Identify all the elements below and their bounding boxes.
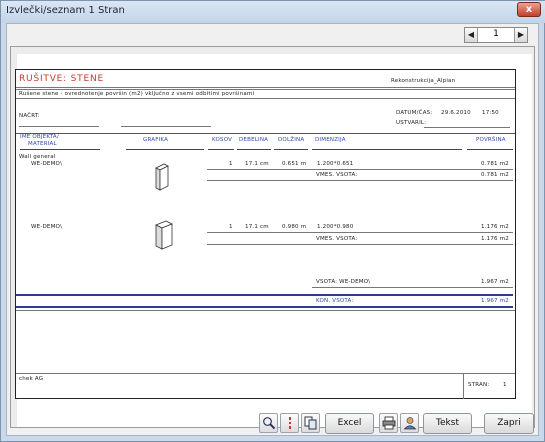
datum-label: DATUM/ČAS: (396, 110, 433, 116)
row1-debelina: 17.1 cm (245, 161, 269, 167)
ustvaril-label: USTVARIL: (396, 120, 427, 126)
report-sheet: RUŠITVE: STENE Rekonstrukcija_Alpian Ruš… (15, 69, 516, 399)
tekst-button[interactable]: Tekst (423, 413, 472, 434)
title-bar: Izvlečki/seznam 1 Stran x (1, 1, 545, 23)
print-button[interactable] (379, 413, 398, 433)
user-icon (403, 417, 417, 430)
col-dolzina: DOLŽINA (278, 137, 305, 143)
zapri-button[interactable]: Zapri (484, 413, 534, 434)
row1-dimenzija: 1.200*0.651 (317, 161, 354, 167)
row2-debelina: 17.1 cm (245, 224, 269, 230)
magnifier-icon (263, 417, 276, 430)
kon-vsota-value: 1.967 m2 (481, 298, 509, 304)
row2-dimenzija: 1.200*0.980 (317, 224, 354, 230)
row2-vmes-label: VMES. VSOTA: (316, 236, 358, 242)
vsota-value: 1.967 m2 (481, 279, 509, 285)
wall-graphic-icon (155, 163, 169, 191)
col-debelina: DEBELINA (239, 137, 269, 143)
col-kosov: KOSOV (212, 137, 233, 143)
window-title: Izvlečki/seznam 1 Stran (6, 5, 125, 16)
bottom-toolbar: Excel Tekst Zapri (1, 406, 545, 441)
col-grafika: GRAFIKA (143, 137, 169, 143)
row2-name: WE-DEMO\ (31, 224, 63, 230)
wall-graphic-icon (155, 220, 173, 250)
page-number: 1 (493, 29, 499, 39)
page-navigator: ◀ 1 ▶ (464, 27, 528, 43)
list-settings-button[interactable] (280, 413, 299, 433)
row1-povrsina: 0.781 m2 (481, 161, 509, 167)
copy-icon (304, 416, 317, 430)
report-subtitle: Rušene stene - ovrednotenje površin (m2)… (19, 91, 255, 97)
nacrt-label: NAČRT: (19, 113, 40, 119)
stran-value: 1 (503, 382, 507, 388)
row1-name: WE-DEMO\ (31, 161, 63, 167)
row2-dolzina: 0.980 m (282, 224, 307, 230)
user-button[interactable] (400, 413, 419, 433)
datum-value: 29.6.2010 (441, 110, 471, 116)
row1-dolzina: 0.651 m (282, 161, 307, 167)
row2-povrsina: 1.176 m2 (481, 224, 509, 230)
printer-icon (382, 416, 396, 430)
row1-vmes-label: VMES. VSOTA: (316, 172, 358, 178)
time-value: 17:50 (482, 110, 499, 116)
row1-vmes-value: 0.781 m2 (481, 172, 509, 178)
footer-left: chek AG (19, 376, 44, 382)
stran-label: STRAN: (468, 382, 490, 388)
row2-vmes-value: 1.176 m2 (481, 236, 509, 242)
row1-kosov: 1 (229, 161, 233, 167)
col-povrsina: POVRŠINA (476, 137, 506, 143)
copy-button[interactable] (301, 413, 320, 433)
report-window: Izvlečki/seznam 1 Stran x ◀ 1 ▶ RUŠITVE:… (0, 0, 545, 442)
row2-kosov: 1 (229, 224, 233, 230)
report-title: RUŠITVE: STENE (19, 74, 104, 84)
kon-vsota-label: KON. VSOTA: (316, 298, 354, 304)
zoom-button[interactable] (259, 413, 278, 433)
list-settings-icon (289, 417, 291, 429)
close-button[interactable]: x (517, 2, 541, 17)
project-name: Rekonstrukcija_Alpian (391, 78, 456, 84)
vsota-label: VSOTA: WE-DEMO\ (316, 279, 371, 285)
prev-page-button[interactable]: ◀ (465, 28, 478, 42)
col-dimenzija: DIMENZIJA (315, 137, 346, 143)
excel-button[interactable]: Excel (325, 413, 374, 434)
next-page-button[interactable]: ▶ (514, 28, 527, 42)
col-material: MATERIAL (28, 141, 57, 147)
col-name: IME OBJEKTA/ (20, 134, 59, 140)
group-label: Wall general (19, 154, 56, 160)
